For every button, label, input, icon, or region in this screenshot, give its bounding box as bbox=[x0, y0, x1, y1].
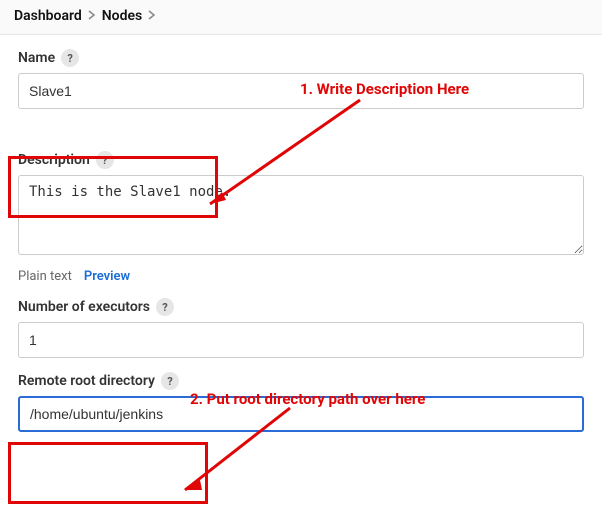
annotation-box-remote-root bbox=[8, 442, 208, 504]
help-icon[interactable]: ? bbox=[161, 372, 179, 390]
remote-root-label: Remote root directory bbox=[18, 373, 155, 389]
description-textarea[interactable] bbox=[18, 175, 584, 255]
tab-plain-text[interactable]: Plain text bbox=[18, 269, 72, 284]
name-label: Name bbox=[18, 50, 55, 66]
breadcrumb-nodes[interactable]: Nodes bbox=[102, 8, 142, 24]
remote-root-input[interactable] bbox=[18, 396, 584, 432]
description-label: Description bbox=[18, 152, 90, 168]
executors-label: Number of executors bbox=[18, 299, 150, 315]
name-input[interactable] bbox=[18, 73, 584, 109]
breadcrumb: Dashboard Nodes bbox=[0, 0, 602, 35]
help-icon[interactable]: ? bbox=[96, 151, 114, 169]
executors-input[interactable] bbox=[18, 322, 584, 358]
breadcrumb-dashboard[interactable]: Dashboard bbox=[14, 8, 82, 24]
help-icon[interactable]: ? bbox=[156, 298, 174, 316]
tab-preview[interactable]: Preview bbox=[84, 269, 130, 284]
chevron-right-icon bbox=[88, 9, 96, 23]
chevron-right-icon bbox=[148, 9, 156, 23]
help-icon[interactable]: ? bbox=[61, 49, 79, 67]
